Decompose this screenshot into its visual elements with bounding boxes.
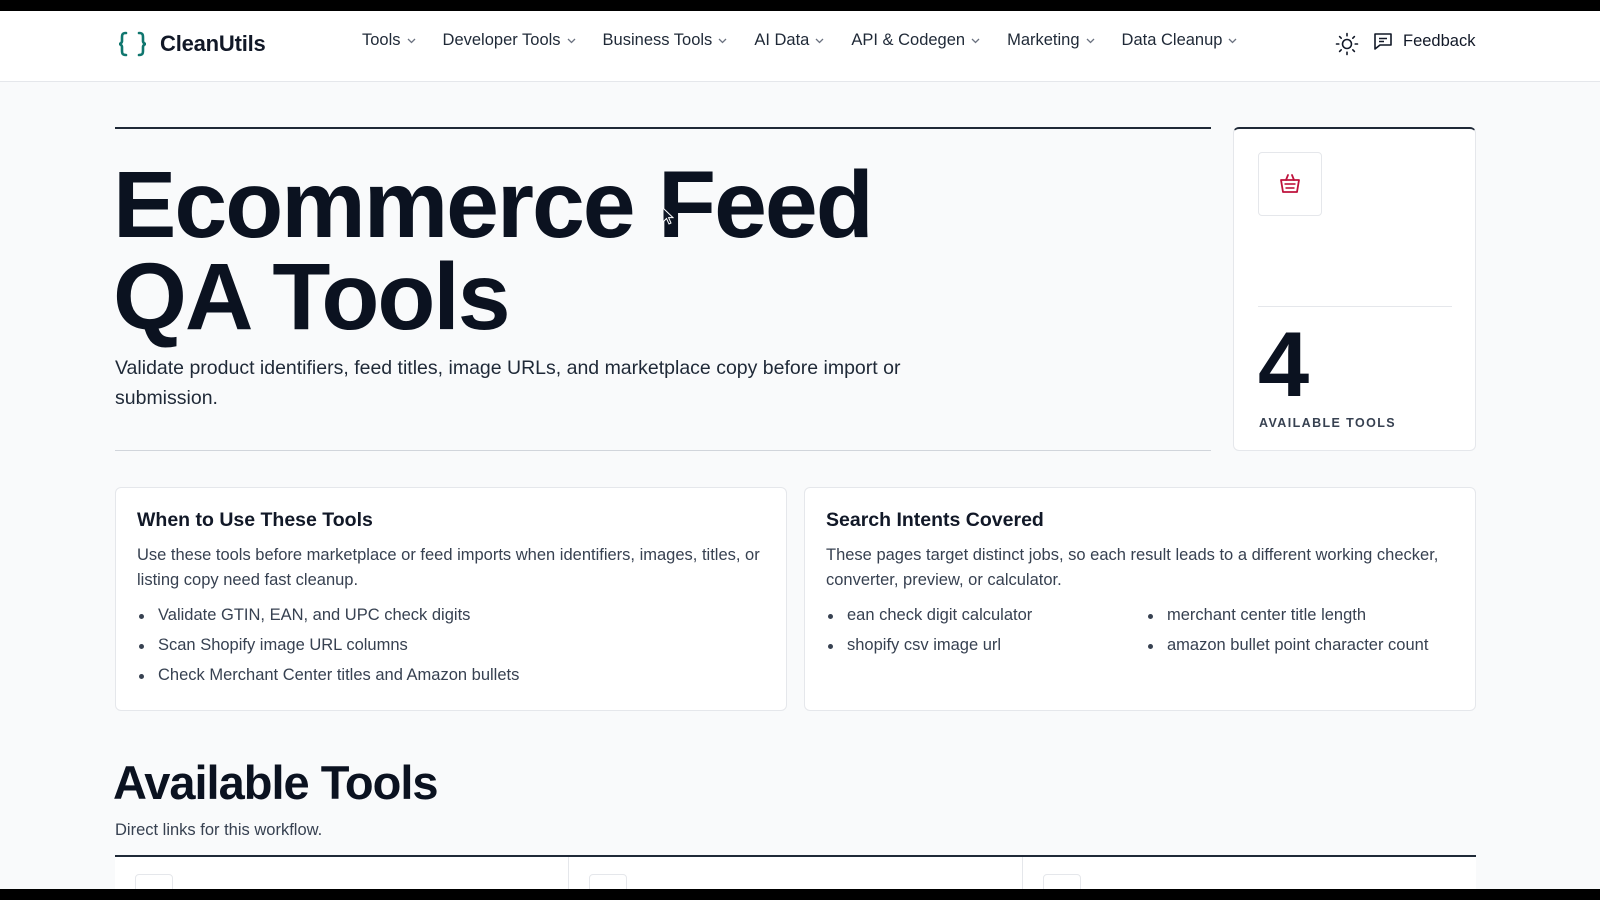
- section-subtitle: Direct links for this workflow.: [115, 821, 323, 839]
- sun-icon[interactable]: [1335, 32, 1359, 56]
- tool-card[interactable]: [115, 857, 569, 889]
- chevron-down-icon: [1086, 38, 1095, 43]
- section-title: Available Tools: [113, 756, 439, 809]
- shopping-basket-icon: [1280, 174, 1300, 193]
- chevron-down-icon: [718, 38, 727, 43]
- nav-item-label: AI Data: [754, 31, 810, 49]
- nav-item-label: Developer Tools: [442, 31, 561, 49]
- card-title: When to Use These Tools: [137, 509, 373, 531]
- main-nav: Tools Developer Tools Business Tools AI …: [362, 31, 1237, 50]
- nav-item-ai-data[interactable]: AI Data: [754, 31, 824, 50]
- chevron-down-icon: [567, 38, 576, 43]
- page-title-line-1: Ecommerce Feed: [113, 152, 874, 258]
- page-title-line-2: QA Tools: [113, 244, 511, 350]
- tool-icon: [1043, 874, 1081, 889]
- chevron-down-icon: [971, 38, 980, 43]
- list-item: shopify csv image url: [826, 636, 1001, 655]
- nav-item-label: Tools: [362, 31, 401, 49]
- nav-item-label: Data Cleanup: [1121, 31, 1223, 49]
- nav-item-label: Marketing: [1007, 31, 1080, 49]
- when-to-use-card: When to Use These Tools Use these tools …: [115, 487, 787, 711]
- logo[interactable]: CleanUtils: [117, 29, 266, 59]
- chevron-down-icon: [407, 38, 415, 43]
- page-subtitle: Validate product identifiers, feed title…: [115, 357, 901, 409]
- browser-viewport: CleanUtils Tools Developer Tools Busines…: [0, 11, 1600, 889]
- tools-grid: [115, 855, 1476, 889]
- category-icon-box: [1258, 152, 1322, 216]
- card-description: These pages target distinct jobs, so eac…: [826, 546, 1439, 589]
- search-intents-card: Search Intents Covered These pages targe…: [804, 487, 1476, 711]
- tool-card[interactable]: [569, 857, 1023, 889]
- nav-item-label: Business Tools: [602, 31, 713, 49]
- nav-item-developer-tools[interactable]: Developer Tools: [443, 31, 576, 50]
- list-item: Validate GTIN, EAN, and UPC check digits: [137, 606, 470, 625]
- tool-card[interactable]: [1023, 857, 1476, 889]
- hero-top-rule: [115, 127, 1211, 129]
- list-item: amazon bullet point character count: [1146, 636, 1428, 655]
- chevron-down-icon: [815, 38, 824, 43]
- tool-count-card: 4 AVAILABLE TOOLS: [1233, 127, 1476, 451]
- list-item: Scan Shopify image URL columns: [137, 636, 408, 655]
- tool-count-label: AVAILABLE TOOLS: [1259, 416, 1396, 430]
- logo-text: CleanUtils: [160, 31, 266, 56]
- feedback-label: Feedback: [1403, 32, 1476, 50]
- list-item: merchant center title length: [1146, 606, 1366, 625]
- list-item: ean check digit calculator: [826, 606, 1032, 625]
- message-icon: [1374, 33, 1392, 50]
- stat-divider: [1258, 306, 1452, 307]
- list-item: Check Merchant Center titles and Amazon …: [137, 666, 519, 685]
- feedback-button[interactable]: Feedback: [1373, 32, 1475, 51]
- nav-item-business-tools[interactable]: Business Tools: [603, 31, 728, 50]
- braces-icon: [118, 31, 147, 57]
- nav-item-label: API & Codegen: [851, 31, 966, 49]
- nav-item-tools[interactable]: Tools: [362, 31, 416, 50]
- page-title: Ecommerce Feed QA Tools: [113, 158, 1013, 345]
- nav-item-marketing[interactable]: Marketing: [1007, 31, 1095, 50]
- tool-icon: [135, 874, 173, 889]
- nav-item-data-cleanup[interactable]: Data Cleanup: [1122, 31, 1238, 50]
- card-title: Search Intents Covered: [826, 509, 1044, 531]
- hero-bottom-rule: [115, 450, 1211, 451]
- tool-count-value: 4: [1258, 314, 1310, 416]
- nav-item-api-codegen[interactable]: API & Codegen: [851, 31, 980, 50]
- card-description: Use these tools before marketplace or fe…: [137, 546, 760, 589]
- tool-icon: [589, 874, 627, 889]
- mouse-cursor-icon: [662, 207, 674, 225]
- chevron-down-icon: [1228, 38, 1237, 43]
- top-navigation: CleanUtils Tools Developer Tools Busines…: [0, 11, 1600, 82]
